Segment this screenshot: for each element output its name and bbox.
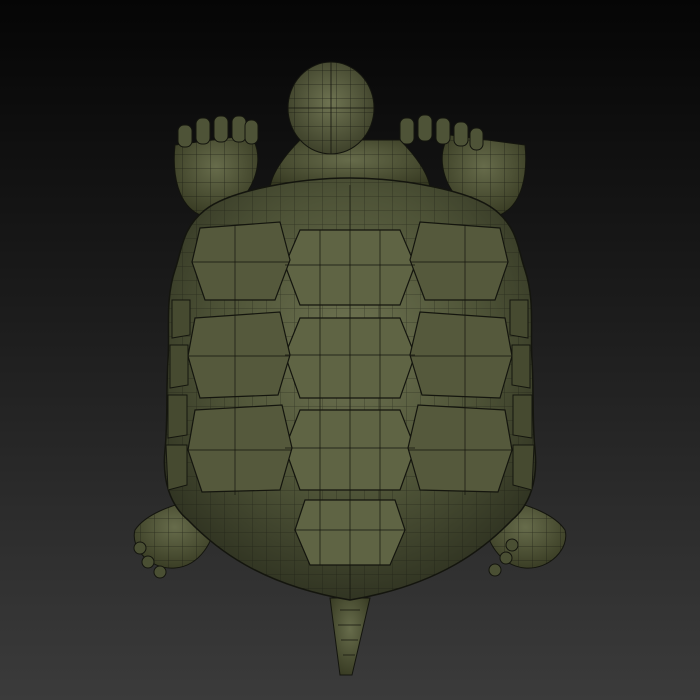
tail <box>329 597 371 676</box>
turtle-model <box>133 61 567 676</box>
head <box>287 61 375 155</box>
viewport <box>0 0 700 700</box>
shell <box>163 177 537 601</box>
